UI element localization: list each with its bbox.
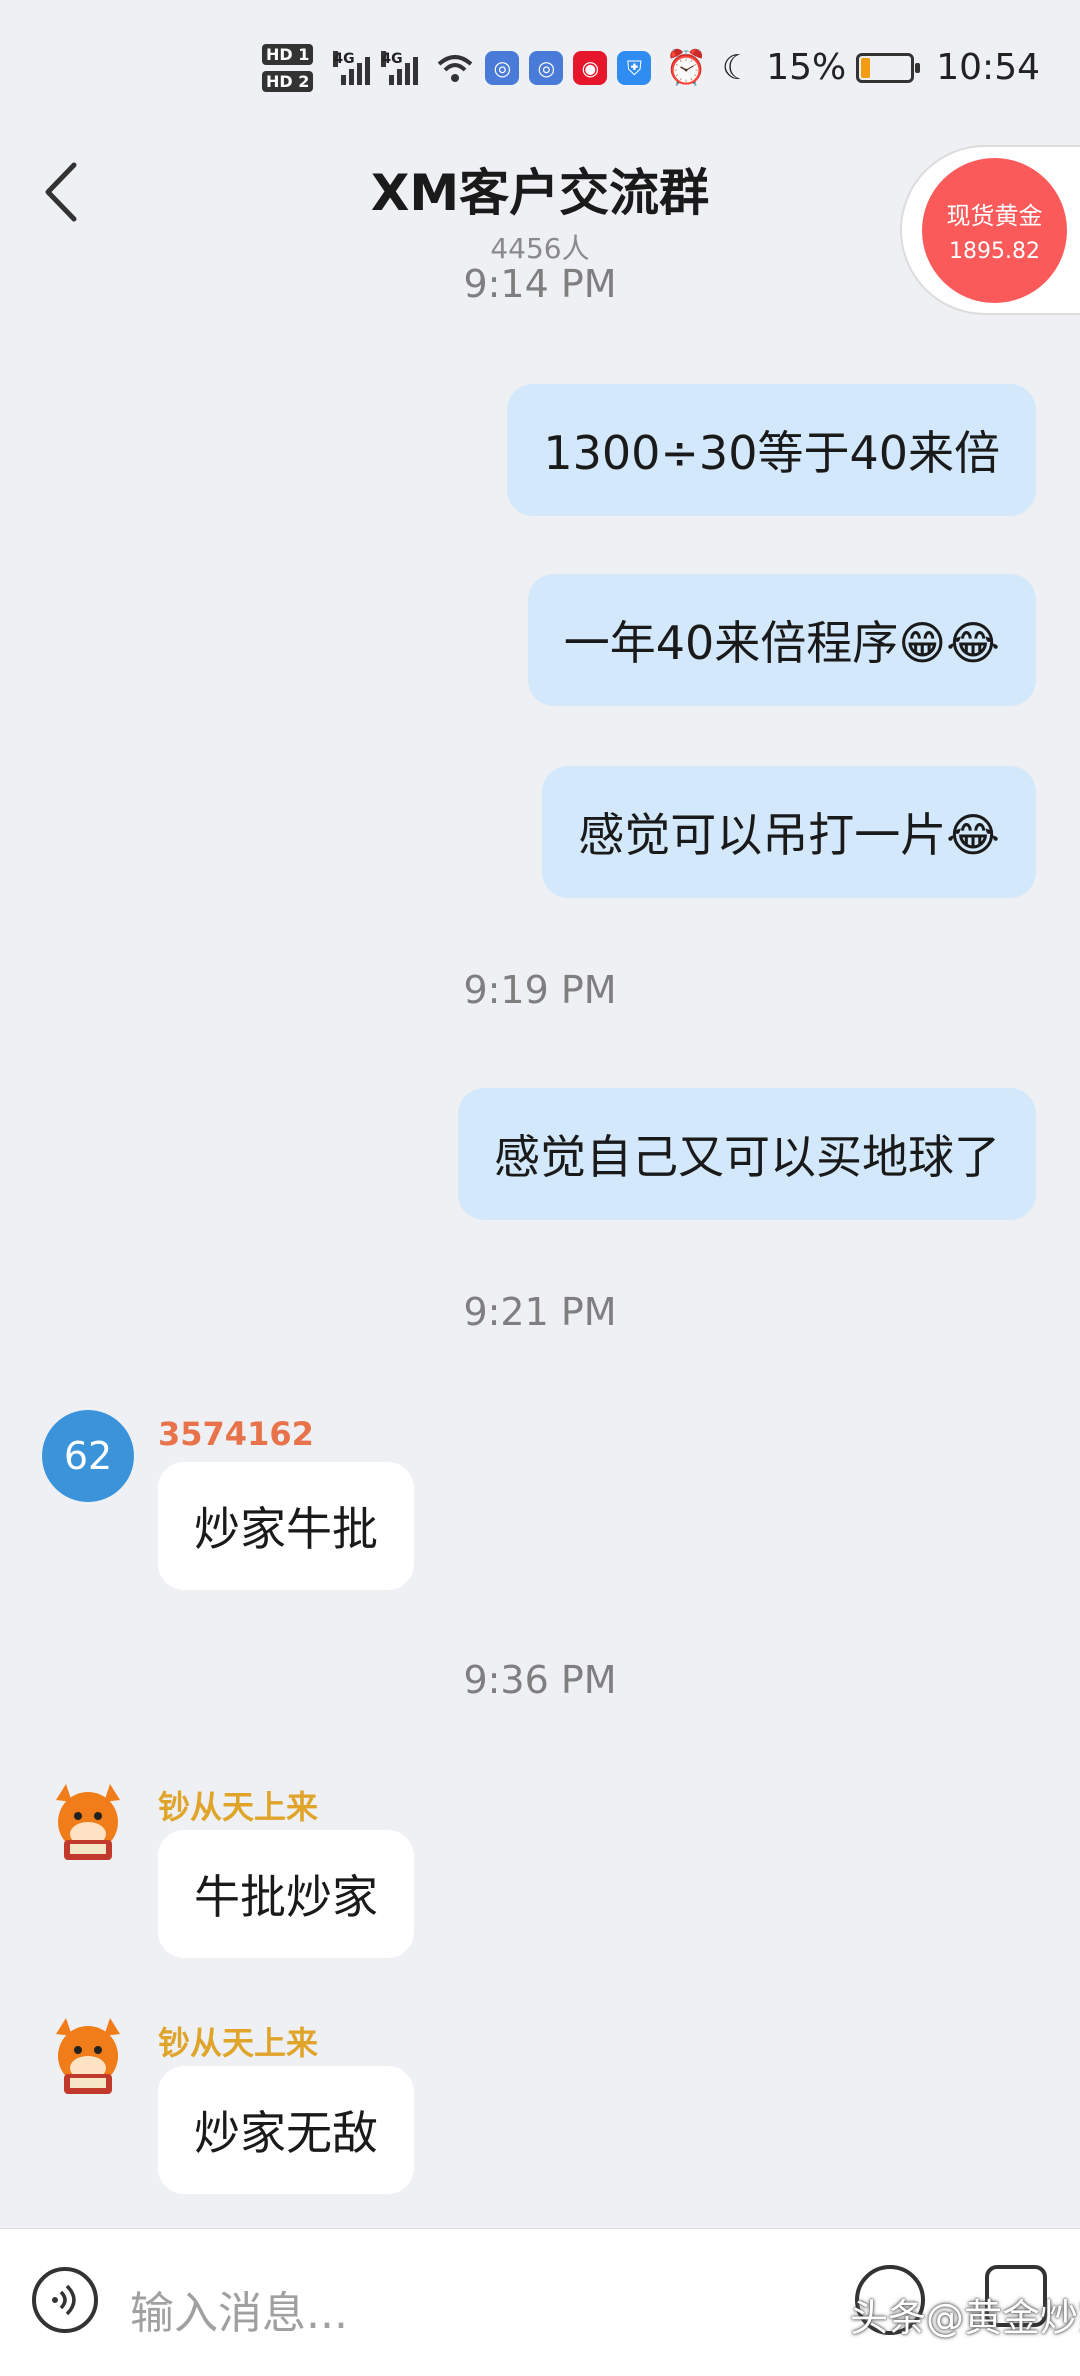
gold-price: 1895.82 [949, 239, 1040, 264]
timestamp: 9:19 PM [463, 968, 617, 1012]
signal-2-icon: 4G [381, 50, 421, 85]
timestamp: 9:36 PM [463, 1658, 617, 1702]
battery-percent: 15% [766, 47, 847, 88]
message-input-bar: 输入消息... 头条@黄金炒家 [0, 2228, 1080, 2376]
outgoing-message[interactable]: 感觉可以吊打一片😂 [542, 766, 1036, 898]
voice-icon [52, 2284, 76, 2316]
wifi-icon [435, 52, 475, 84]
weibo-icon: ◉ [573, 50, 608, 85]
avatar[interactable]: 62 [42, 1410, 134, 1502]
chat-screen: HD 1 HD 2 4G 4G ◎ ◎ ◉ ⛨ ⏰ ☾ 15% 10:54 XM… [0, 0, 1080, 2376]
avatar[interactable] [42, 1778, 134, 1870]
message-text: 炒家无敌 [194, 2106, 378, 2160]
message-text: 感觉可以吊打一片😂 [578, 808, 1000, 862]
shield-icon: ⛨ [617, 50, 652, 85]
app-notification-icon: ◎ [529, 50, 564, 85]
status-bar: HD 1 HD 2 4G 4G ◎ ◎ ◉ ⛨ ⏰ ☾ 15% 10:54 [0, 0, 1080, 135]
sender-name[interactable]: 3574162 [158, 1415, 314, 1453]
message-text: 一年40来倍程序😁😂 [563, 616, 1000, 670]
hd-indicators: HD 1 HD 2 [262, 41, 314, 95]
gold-name: 现货黄金 [946, 202, 1043, 230]
sender-name[interactable]: 钞从天上来 [158, 2018, 318, 2064]
signal-1-icon: 4G [333, 50, 373, 85]
alarm-icon: ⏰ [665, 47, 708, 88]
battery-icon [856, 52, 921, 83]
incoming-message[interactable]: 炒家无敌 [158, 2066, 414, 2194]
outgoing-message[interactable]: 一年40来倍程序😁😂 [527, 574, 1036, 706]
moon-icon: ☾ [721, 47, 753, 88]
incoming-message[interactable]: 牛批炒家 [158, 1830, 414, 1958]
avatar[interactable] [42, 2012, 134, 2104]
cow-avatar-icon [56, 2018, 120, 2094]
voice-button[interactable] [32, 2267, 98, 2333]
message-input[interactable]: 输入消息... [130, 2277, 348, 2341]
hd1-badge: HD 1 [262, 43, 314, 65]
message-text: 感觉自己又可以买地球了 [494, 1130, 1000, 1184]
message-text: 炒家牛批 [194, 1502, 378, 1556]
app-notification-icon: ◎ [485, 50, 520, 85]
sender-name[interactable]: 钞从天上来 [158, 1782, 318, 1828]
avatar-text: 62 [63, 1434, 113, 1478]
timestamp: 9:21 PM [463, 1290, 617, 1334]
timestamp: 9:14 PM [463, 262, 617, 306]
clock: 10:54 [936, 47, 1040, 88]
message-text: 牛批炒家 [194, 1870, 378, 1924]
hd2-badge: HD 2 [262, 70, 314, 92]
cow-avatar-icon [56, 1784, 120, 1860]
outgoing-message[interactable]: 1300÷30等于40来倍 [507, 384, 1036, 516]
network-2-label: 4G [381, 50, 403, 67]
network-1-label: 4G [333, 50, 355, 67]
incoming-message[interactable]: 炒家牛批 [158, 1462, 414, 1590]
outgoing-message[interactable]: 感觉自己又可以买地球了 [458, 1088, 1036, 1220]
watermark: 头条@黄金炒家 [850, 2296, 1080, 2340]
message-text: 1300÷30等于40来倍 [543, 426, 1000, 480]
